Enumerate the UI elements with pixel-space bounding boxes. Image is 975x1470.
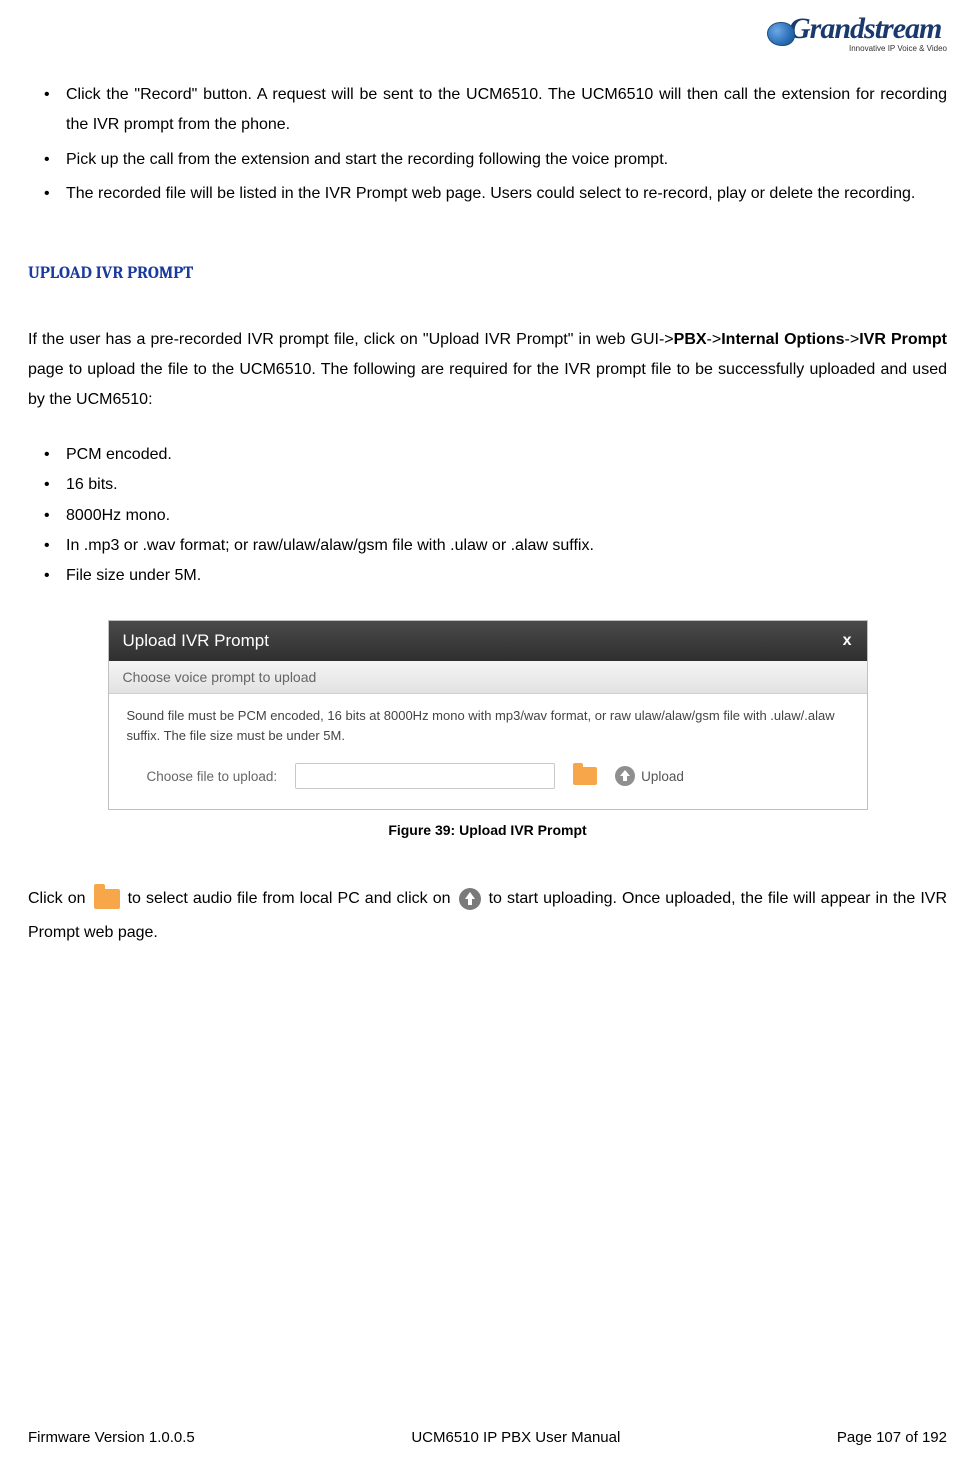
text-bold: PBX [674,331,707,348]
upload-arrow-icon [459,888,481,910]
text: to select audio file from local PC and c… [123,890,456,907]
browse-folder-icon[interactable] [573,767,597,785]
figure-caption: Figure 39: Upload IVR Prompt [28,822,947,838]
dialog-header: Upload IVR Prompt x [109,621,867,661]
folder-icon [94,889,120,909]
dialog-body: Sound file must be PCM encoded, 16 bits … [109,694,867,810]
file-path-input[interactable] [295,763,555,789]
text: -> [707,331,722,348]
page-footer: Firmware Version 1.0.0.5 UCM6510 IP PBX … [28,1429,947,1446]
footer-firmware-version: Firmware Version 1.0.0.5 [28,1429,195,1446]
upload-button[interactable]: Upload [615,766,684,786]
body-paragraph: If the user has a pre-recorded IVR promp… [28,325,947,416]
text: If the user has a pre-recorded IVR promp… [28,331,674,348]
dialog-title: Upload IVR Prompt [123,631,269,651]
upload-arrow-icon [615,766,635,786]
intro-bullet-list: Click the "Record" button. A request wil… [28,80,947,210]
logo-tagline: Innovative IP Voice & Video [767,44,947,53]
footer-doc-title: UCM6510 IP PBX User Manual [195,1429,837,1446]
close-icon[interactable]: x [843,632,853,650]
section-heading: UPLOAD IVR PROMPT [28,264,947,283]
text-bold: IVR Prompt [859,331,947,348]
list-item: PCM encoded. [38,440,947,470]
logo-brand-text: Grandstream [789,12,941,45]
choose-file-label: Choose file to upload: [147,769,278,784]
list-item: Click the "Record" button. A request wil… [38,80,947,141]
dialog-description: Sound file must be PCM encoded, 16 bits … [127,706,849,748]
text: -> [845,331,860,348]
body-paragraph: Click on to select audio file from local… [28,882,947,949]
list-item: Pick up the call from the extension and … [38,145,947,175]
list-item: The recorded file will be listed in the … [38,179,947,209]
upload-button-label: Upload [641,769,684,784]
list-item: 16 bits. [38,470,947,500]
footer-page-number: Page 107 of 192 [837,1429,947,1446]
upload-row: Choose file to upload: Upload [127,763,849,789]
list-item: In .mp3 or .wav format; or raw/ulaw/alaw… [38,531,947,561]
text: Click on [28,890,91,907]
text-bold: Internal Options [721,331,844,348]
requirements-list: PCM encoded. 16 bits. 8000Hz mono. In .m… [28,440,947,592]
list-item: 8000Hz mono. [38,501,947,531]
text: page to upload the file to the UCM6510. … [28,361,947,408]
list-item: File size under 5M. [38,561,947,591]
dialog-subtitle: Choose voice prompt to upload [109,661,867,694]
logo-sphere-icon [767,22,795,46]
brand-logo: Grandstream Innovative IP Voice & Video [767,12,947,60]
upload-dialog: Upload IVR Prompt x Choose voice prompt … [108,620,868,811]
